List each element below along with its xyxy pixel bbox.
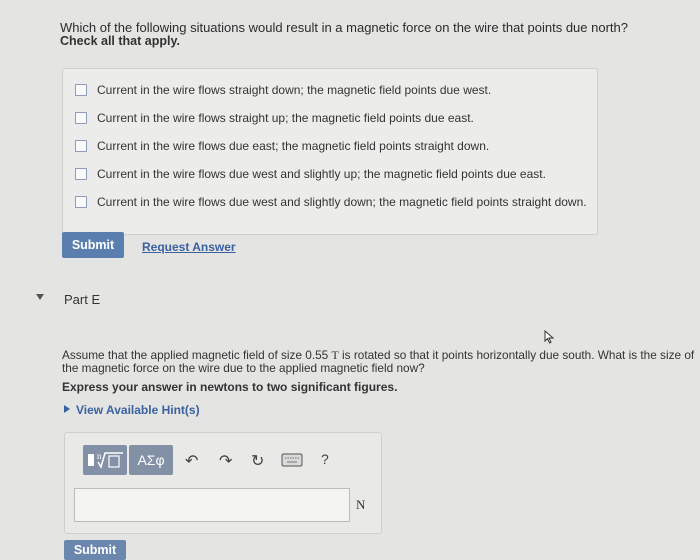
prompt-unit: T: [331, 348, 339, 362]
reset-icon[interactable]: ↻: [251, 451, 264, 471]
option-label: Current in the wire flows due east; the …: [97, 139, 490, 153]
fraction-radical-template-icon[interactable]: n: [83, 445, 127, 475]
option-1[interactable]: Current in the wire flows straight down;…: [75, 83, 491, 97]
submit-button[interactable]: Submit: [62, 232, 124, 258]
greek-symbols-button[interactable]: ΑΣφ: [129, 445, 173, 475]
part-e-title: Part E: [64, 292, 101, 307]
help-icon[interactable]: ?: [321, 451, 329, 467]
view-hints-link[interactable]: View Available Hint(s): [76, 403, 200, 417]
answer-input[interactable]: [74, 488, 350, 522]
option-label: Current in the wire flows due west and s…: [97, 167, 546, 181]
submit-answer-button[interactable]: Submit: [64, 540, 126, 560]
part-e-prompt: Assume that the applied magnetic field o…: [62, 349, 700, 375]
svg-text:n: n: [97, 451, 102, 461]
express-instruction: Express your answer in newtons to two si…: [62, 380, 398, 394]
option-4[interactable]: Current in the wire flows due west and s…: [75, 167, 546, 181]
checkbox[interactable]: [75, 140, 87, 152]
keyboard-icon[interactable]: [281, 453, 303, 467]
checkbox[interactable]: [75, 168, 87, 180]
undo-icon[interactable]: ↶: [185, 451, 198, 471]
expand-hint-icon[interactable]: [64, 405, 70, 413]
checkbox[interactable]: [75, 196, 87, 208]
option-2[interactable]: Current in the wire flows straight up; t…: [75, 111, 474, 125]
option-5[interactable]: Current in the wire flows due west and s…: [75, 195, 587, 209]
unit-label: N: [356, 497, 366, 512]
option-3[interactable]: Current in the wire flows due east; the …: [75, 139, 489, 153]
collapse-arrow-icon[interactable]: [36, 294, 44, 300]
question-text: Which of the following situations would …: [60, 20, 628, 35]
mouse-cursor-icon: [544, 330, 555, 344]
option-label: Current in the wire flows straight down;…: [97, 83, 492, 97]
checkbox[interactable]: [75, 112, 87, 124]
prompt-text-a: Assume that the applied magnetic field o…: [62, 348, 332, 362]
option-label: Current in the wire flows straight up; t…: [97, 111, 474, 125]
options-list: Current in the wire flows straight down;…: [62, 68, 598, 235]
request-answer-link[interactable]: Request Answer: [142, 240, 236, 254]
checkbox[interactable]: [75, 84, 87, 96]
instruction-text: Check all that apply.: [60, 34, 180, 48]
template-glyph-icon: n: [88, 451, 123, 469]
redo-icon[interactable]: ↷: [219, 451, 232, 471]
option-label: Current in the wire flows due west and s…: [97, 195, 587, 209]
